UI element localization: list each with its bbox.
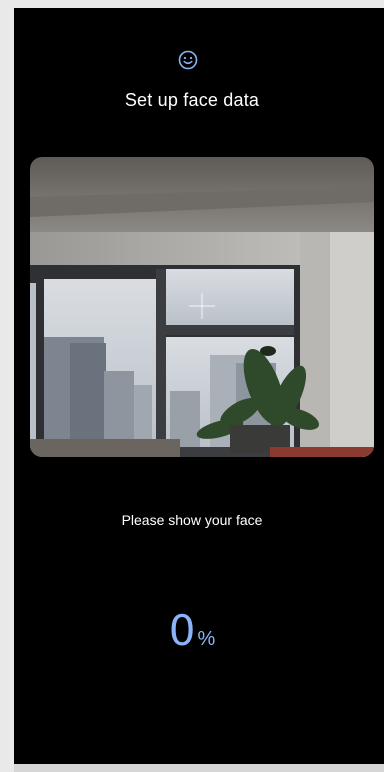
- instruction-text: Please show your face: [121, 512, 263, 528]
- progress-value: 0: [168, 606, 196, 655]
- page-title: Set up face data: [124, 90, 260, 110]
- camera-preview: [30, 157, 374, 457]
- progress-unit: %: [197, 628, 216, 650]
- smiley-face-icon: [178, 50, 198, 70]
- navigation-bar: [14, 764, 384, 772]
- camera-preview-image: [30, 157, 374, 457]
- progress-indicator: 0%: [0, 606, 384, 655]
